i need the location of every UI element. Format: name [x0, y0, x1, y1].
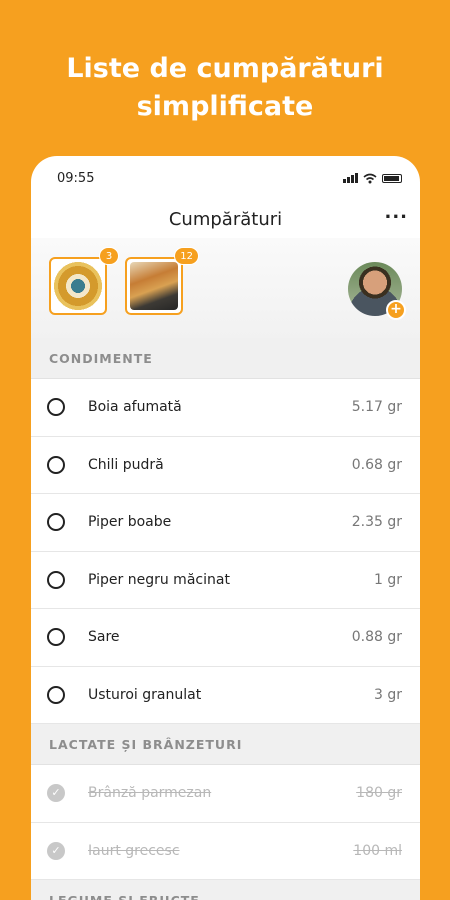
item-quantity: 1 gr: [374, 571, 402, 588]
avatar[interactable]: +: [348, 262, 406, 320]
item-quantity: 3 gr: [374, 686, 402, 703]
item-name: Boia afumată: [88, 399, 182, 416]
list-item[interactable]: Usturoi granulat 3 gr: [31, 667, 420, 724]
item-name: Usturoi granulat: [88, 686, 202, 703]
battery-icon: [382, 173, 402, 183]
add-user-icon[interactable]: +: [386, 300, 406, 320]
item-quantity: 0.88 gr: [351, 629, 402, 646]
item-name: Iaurt grecesc: [88, 842, 180, 859]
list-item[interactable]: ✓ Brânză parmezan 180 gr: [31, 765, 420, 823]
promo-headline-line1: Liste de cumpărături: [66, 53, 384, 84]
item-name: Brânză parmezan: [88, 785, 212, 802]
item-name: Piper negru măcinat: [88, 571, 230, 588]
item-quantity: 180 gr: [356, 785, 402, 802]
recipe-count-badge: 12: [174, 247, 199, 265]
list-item[interactable]: Chili pudră 0.68 gr: [31, 437, 420, 494]
status-icons: [343, 173, 402, 184]
checked-circle-icon[interactable]: ✓: [47, 784, 65, 803]
wifi-icon: [363, 173, 377, 183]
item-quantity: 2.35 gr: [351, 514, 402, 531]
item-name: Sare: [88, 629, 120, 646]
item-name: Piper boabe: [88, 514, 172, 531]
recipe-count-badge: 3: [99, 247, 119, 265]
list-item[interactable]: ✓ Iaurt grecesc 100 ml: [31, 823, 420, 880]
list-item[interactable]: Piper negru măcinat 1 gr: [31, 552, 420, 609]
section-header: LEGUME ȘI FRUCTE: [31, 880, 420, 900]
item-quantity: 0.68 gr: [351, 456, 402, 473]
unchecked-circle-icon[interactable]: [47, 628, 65, 647]
recipe-thumbnail[interactable]: 12: [125, 247, 199, 315]
nav-bar: Cumpărături ...: [31, 200, 420, 238]
status-bar: 09:55: [31, 156, 420, 200]
item-name: Chili pudră: [88, 456, 164, 473]
unchecked-circle-icon[interactable]: [47, 455, 65, 474]
unchecked-circle-icon[interactable]: [47, 570, 65, 589]
promo-headline: Liste de cumpărături simplificate: [0, 50, 450, 126]
promo-headline-line2: simplificate: [136, 91, 314, 122]
phone-screen: 09:55 Cumpărături ... 3 12 + CONDIMENTE …: [31, 156, 420, 900]
list-item[interactable]: Sare 0.88 gr: [31, 609, 420, 667]
item-quantity: 100 ml: [353, 842, 402, 859]
section-header: CONDIMENTE: [31, 338, 420, 379]
list-item[interactable]: Piper boabe 2.35 gr: [31, 494, 420, 552]
status-time: 09:55: [57, 170, 95, 186]
item-quantity: 5.17 gr: [351, 399, 402, 416]
checked-circle-icon[interactable]: ✓: [47, 841, 65, 860]
recipe-image: [54, 262, 102, 310]
page-title: Cumpărături: [168, 208, 283, 230]
recipe-image: [130, 262, 178, 310]
unchecked-circle-icon[interactable]: [47, 513, 65, 532]
more-options-button[interactable]: ...: [384, 204, 408, 222]
section-header: LACTATE ȘI BRÂNZETURI: [31, 724, 420, 765]
unchecked-circle-icon[interactable]: [47, 398, 65, 417]
list-item[interactable]: Boia afumată 5.17 gr: [31, 379, 420, 437]
unchecked-circle-icon[interactable]: [47, 685, 65, 704]
signal-icon: [343, 173, 358, 183]
recipe-strip: 3 12 +: [31, 238, 420, 338]
recipe-thumbnail[interactable]: 3: [49, 247, 119, 315]
